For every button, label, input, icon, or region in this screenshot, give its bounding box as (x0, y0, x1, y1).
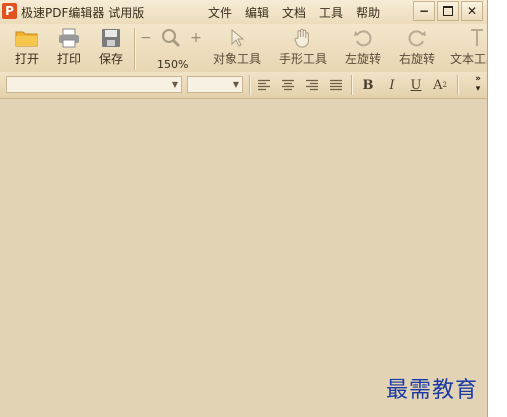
zoom-out-button[interactable]: − (140, 24, 152, 72)
maximize-button[interactable] (437, 1, 459, 21)
text-t-icon (450, 24, 487, 52)
app-title: 极速PDF编辑器 试用版 (21, 6, 145, 20)
app-logo-icon: P (2, 3, 17, 19)
right-margin (488, 0, 507, 417)
document-workspace[interactable] (0, 99, 487, 417)
italic-button[interactable]: I (383, 76, 401, 94)
hand-icon (294, 24, 312, 52)
rotate-left-button[interactable]: 左旋转 (342, 24, 384, 72)
superscript-label: A (433, 77, 443, 93)
text-tool-button[interactable]: 文本工具 (450, 24, 487, 72)
save-icon (101, 24, 121, 52)
chevron-down-icon: ▼ (171, 80, 179, 89)
align-left-icon (258, 79, 270, 91)
save-button[interactable]: 保存 (94, 24, 128, 72)
format-separator (457, 75, 458, 95)
print-button[interactable]: 打印 (52, 24, 86, 72)
menu-tools[interactable]: 工具 (319, 4, 343, 21)
zoom-in-button[interactable]: + (190, 24, 202, 72)
toolbar-overflow-button[interactable]: » ▾ (472, 74, 484, 96)
align-center-icon (282, 79, 294, 91)
magnifier-icon (161, 24, 181, 52)
bold-button[interactable]: B (359, 76, 377, 94)
cursor-arrow-icon (229, 24, 245, 52)
open-button[interactable]: 打开 (10, 24, 44, 72)
folder-icon (15, 24, 39, 52)
chevron-down-icon: ▾ (475, 84, 481, 94)
toolbar-separator (134, 28, 135, 70)
align-right-button[interactable] (303, 76, 321, 94)
main-toolbar: 打开 打印 保存 − + 150% 对象工具 手形工具 左旋转 右旋转 文本工 (0, 24, 487, 72)
watermark-text: 最需教育 (386, 378, 479, 403)
superscript-button[interactable]: A2 (431, 76, 449, 94)
font-size-select[interactable]: ▼ (187, 76, 243, 93)
title-bar: P 极速PDF编辑器 试用版 文件 编辑 文档 工具 帮助 − ✕ (0, 0, 487, 24)
rotate-right-icon (407, 24, 427, 52)
zoom-level: 150% (157, 58, 189, 71)
menu-document[interactable]: 文档 (282, 4, 306, 21)
double-chevron-right-icon: » (475, 74, 481, 84)
app-window: P 极速PDF编辑器 试用版 文件 编辑 文档 工具 帮助 − ✕ 打开 打印 … (0, 0, 488, 417)
object-tool-button[interactable]: 对象工具 (210, 24, 264, 72)
align-left-button[interactable] (255, 76, 273, 94)
window-controls: − ✕ (413, 1, 485, 21)
align-justify-button[interactable] (327, 76, 345, 94)
align-justify-icon (330, 79, 342, 91)
menu-help[interactable]: 帮助 (356, 4, 380, 21)
menu-edit[interactable]: 编辑 (245, 4, 269, 21)
format-toolbar: ▼ ▼ B I U A2 (0, 72, 487, 99)
menu-file[interactable]: 文件 (208, 4, 232, 21)
maximize-icon (443, 6, 453, 16)
menu-bar: 文件 编辑 文档 工具 帮助 (208, 4, 393, 21)
underline-button[interactable]: U (407, 76, 425, 94)
close-button[interactable]: ✕ (461, 1, 483, 21)
align-right-icon (306, 79, 318, 91)
format-separator (249, 75, 250, 95)
hand-tool-button[interactable]: 手形工具 (276, 24, 330, 72)
align-center-button[interactable] (279, 76, 297, 94)
superscript-mark: 2 (442, 81, 447, 89)
font-family-select[interactable]: ▼ (6, 76, 182, 93)
format-separator (351, 75, 352, 95)
minimize-button[interactable]: − (413, 1, 435, 21)
printer-icon (58, 24, 80, 52)
rotate-left-icon (353, 24, 373, 52)
rotate-right-button[interactable]: 右旋转 (396, 24, 438, 72)
chevron-down-icon: ▼ (232, 80, 240, 89)
